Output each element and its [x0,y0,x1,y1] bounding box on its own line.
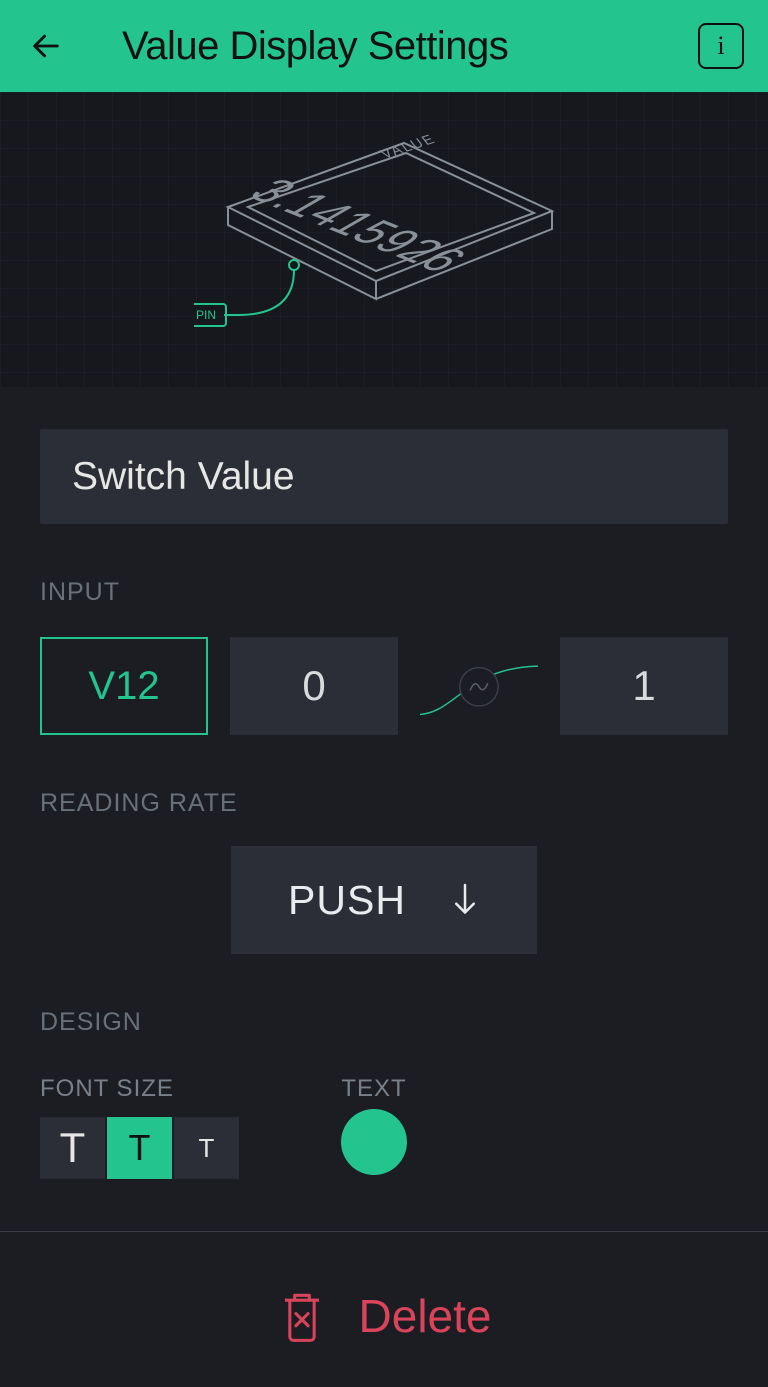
min-value-input[interactable]: 0 [230,637,398,735]
pin-selector[interactable]: V12 [40,637,208,735]
back-button[interactable] [24,24,68,68]
range-curve [420,637,538,735]
svg-text:VALUE: VALUE [378,132,440,162]
info-icon: i [717,31,724,61]
trash-icon [277,1288,327,1344]
delete-button[interactable]: Delete [40,1288,728,1344]
font-size-large[interactable]: T [40,1117,105,1179]
design-section-label: DESIGN [40,1008,728,1037]
widget-illustration: VALUE 3.1415926 PIN [194,125,574,355]
text-color-picker[interactable] [341,1109,407,1175]
input-section-label: INPUT [40,578,728,607]
preview-area: VALUE 3.1415926 PIN [0,92,768,387]
svg-text:3.1415926: 3.1415926 [236,172,479,279]
max-value-input[interactable]: 1 [560,637,728,735]
font-size-medium[interactable]: T [107,1117,172,1179]
divider [0,1231,768,1232]
reading-rate-selector[interactable]: PUSH [231,846,537,954]
font-size-small[interactable]: T [174,1117,239,1179]
header: Value Display Settings i [0,0,768,92]
delete-label: Delete [359,1289,492,1343]
page-title: Value Display Settings [122,24,508,69]
arrow-down-icon [450,882,480,918]
font-size-label: FONT SIZE [40,1075,241,1103]
svg-text:PIN: PIN [196,308,216,322]
text-color-label: TEXT [341,1075,407,1103]
widget-name-input[interactable]: Switch Value [40,429,728,524]
arrow-left-icon [29,29,63,63]
reading-rate-value: PUSH [288,877,406,924]
info-button[interactable]: i [698,23,744,69]
reading-rate-label: READING RATE [40,789,728,818]
